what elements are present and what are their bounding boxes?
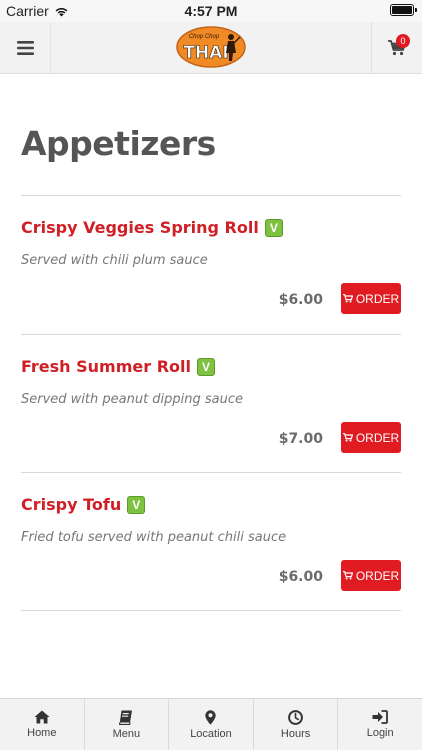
svg-text:THAI: THAI <box>183 43 228 63</box>
tab-login-label: Login <box>366 727 394 739</box>
item-description: Served with chili plum sauce <box>21 253 208 268</box>
cart-count-badge: 0 <box>396 34 410 48</box>
hamburger-button[interactable] <box>0 22 51 73</box>
order-button-label: ORDER <box>355 430 400 445</box>
item-price: $7.00 <box>278 431 323 447</box>
tab-hours[interactable]: Hours <box>254 699 339 750</box>
bottom-tab-bar: Home Menu Location Hours Login <box>0 698 422 750</box>
item-price: $6.00 <box>278 569 323 585</box>
status-bar: Carrier 4:57 PM <box>0 0 422 22</box>
item-name[interactable]: Crispy Veggies Spring Roll <box>21 218 259 237</box>
logo-image: Chop Chop THAI <box>176 26 246 68</box>
hamburger-icon <box>16 40 34 55</box>
order-button[interactable]: ORDER <box>341 560 401 591</box>
item-name[interactable]: Fresh Summer Roll <box>21 357 191 376</box>
main-content: Appetizers Crispy Veggies Spring Roll V … <box>0 74 422 698</box>
tab-login[interactable]: Login <box>338 699 422 750</box>
tab-menu[interactable]: Menu <box>85 699 170 750</box>
svg-text:Chop Chop: Chop Chop <box>189 34 220 40</box>
status-time: 4:57 PM <box>184 3 238 19</box>
vegetarian-badge: V <box>127 495 146 514</box>
tab-menu-label: Menu <box>112 727 141 740</box>
tab-home[interactable]: Home <box>0 699 85 750</box>
cart-icon <box>342 294 353 303</box>
status-right <box>390 4 417 16</box>
clock-icon <box>288 709 303 725</box>
order-button[interactable]: ORDER <box>341 422 401 453</box>
restaurant-logo[interactable]: Chop Chop THAI <box>176 25 246 69</box>
cart-icon <box>342 571 353 580</box>
page-title: Appetizers <box>21 124 216 163</box>
cart-button[interactable]: 0 <box>371 22 422 73</box>
item-price: $6.00 <box>278 292 323 308</box>
divider <box>21 610 401 611</box>
vegetarian-badge: V <box>196 357 215 376</box>
order-button-label: ORDER <box>355 291 400 306</box>
battery-icon <box>390 4 417 16</box>
tab-home-label: Home <box>27 727 57 739</box>
item-name-row: Crispy Tofu V <box>21 495 146 514</box>
item-name-row: Fresh Summer Roll V <box>21 357 215 376</box>
order-button-label: ORDER <box>355 568 400 583</box>
cart-icon <box>342 433 353 442</box>
item-description: Served with peanut dipping sauce <box>21 392 244 407</box>
home-icon <box>34 710 50 724</box>
book-icon <box>119 710 133 725</box>
item-description: Fried tofu served with peanut chili sauc… <box>21 530 287 545</box>
vegetarian-badge: V <box>264 218 283 237</box>
tab-hours-label: Hours <box>280 727 311 740</box>
login-icon <box>372 710 389 724</box>
tab-location-label: Location <box>190 727 232 740</box>
menu-item: Fresh Summer Roll V Served with peanut d… <box>21 335 401 473</box>
app-header: Chop Chop THAI 0 <box>0 22 422 74</box>
map-pin-icon <box>205 709 217 725</box>
order-button[interactable]: ORDER <box>341 283 401 314</box>
menu-item: Crispy Tofu V Fried tofu served with pea… <box>21 473 401 611</box>
tab-location[interactable]: Location <box>169 699 254 750</box>
item-name[interactable]: Crispy Tofu <box>21 495 121 514</box>
item-name-row: Crispy Veggies Spring Roll V <box>21 218 283 237</box>
menu-item: Crispy Veggies Spring Roll V Served with… <box>21 196 401 334</box>
